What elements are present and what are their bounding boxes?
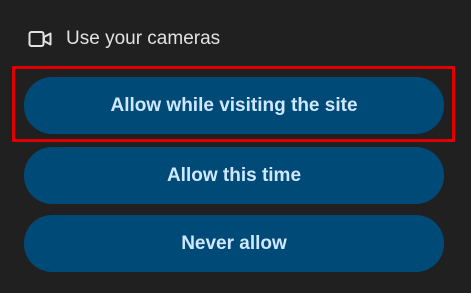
allow-while-visiting-button[interactable]: Allow while visiting the site (24, 77, 444, 134)
permission-header: Use your cameras (28, 27, 220, 51)
video-camera-icon (28, 31, 52, 47)
permission-label: Use your cameras (66, 28, 221, 49)
camera-permission-panel: Use your cameras Allow while visiting th… (0, 0, 471, 293)
allow-this-time-button[interactable]: Allow this time (24, 147, 444, 204)
never-allow-button[interactable]: Never allow (24, 215, 444, 272)
